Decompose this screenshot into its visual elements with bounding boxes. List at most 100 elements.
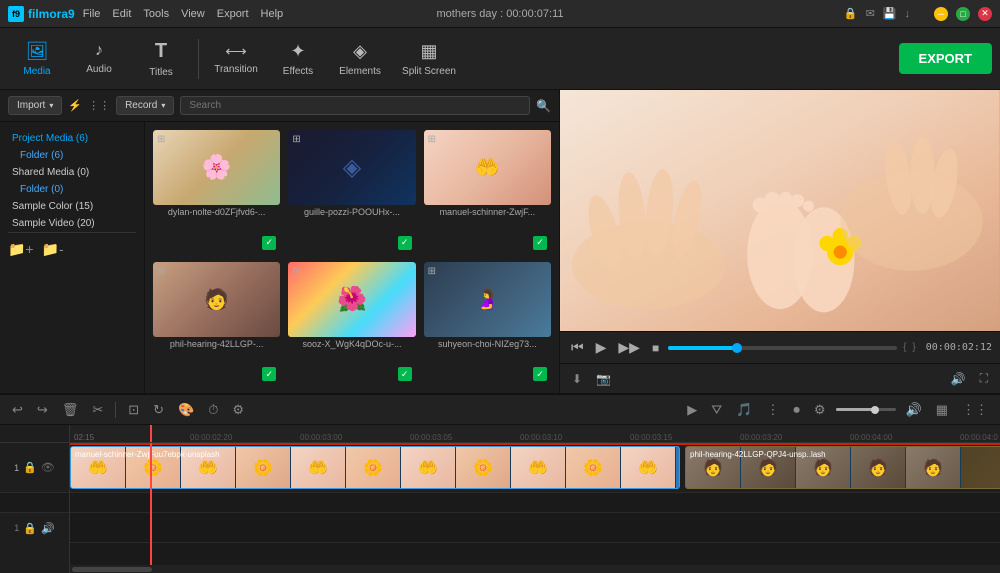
thumb-check-3: ✓ bbox=[533, 236, 547, 250]
rotate-button[interactable]: ↻ bbox=[149, 400, 168, 420]
mail-icon: ✉ bbox=[866, 7, 875, 20]
close-button[interactable]: ✕ bbox=[978, 7, 992, 21]
adjust-button[interactable]: ⚙ bbox=[228, 400, 248, 420]
skip-back-button[interactable]: ⏮ bbox=[568, 339, 587, 356]
clip-frame-10: 🌼 bbox=[566, 447, 621, 488]
tool-audio[interactable]: ♪ Audio bbox=[70, 32, 128, 86]
sidebar-item-sample-color[interactable]: Sample Color (15) bbox=[8, 198, 136, 215]
timeline-clip-2[interactable]: phil-hearing-42LLGP-QPJ4-unsp..lash 🧑 🧑 … bbox=[685, 446, 1000, 489]
ruler-tick-2: 00:00:03:00 bbox=[300, 433, 342, 442]
search-input[interactable] bbox=[180, 96, 530, 115]
progress-bar[interactable] bbox=[668, 346, 897, 350]
media-item-4[interactable]: 🧑 ⊞ ✓ phil-hearing-42LLGP-... bbox=[153, 262, 280, 386]
play-tl-button[interactable]: ▶ bbox=[683, 400, 701, 420]
thumb-label-2: guille-pozzi-POOUHx-... bbox=[288, 205, 415, 219]
ruler-tick-5: 00:00:03:15 bbox=[630, 433, 672, 442]
minimize-button[interactable]: ─ bbox=[934, 7, 948, 21]
folder-label: Folder (6) bbox=[20, 150, 63, 161]
menu-export[interactable]: Export bbox=[217, 8, 249, 20]
menu-help[interactable]: Help bbox=[261, 8, 284, 20]
media-item-3[interactable]: 🤲 ⊞ ✓ manuel-schinner-ZwjF... bbox=[424, 130, 551, 254]
undo-button[interactable]: ↩ bbox=[8, 400, 27, 420]
tool-titles[interactable]: T Titles bbox=[132, 32, 190, 86]
ruler-tick-7: 00:00:04:00 bbox=[850, 433, 892, 442]
import-to-timeline-icon[interactable]: ⬇ bbox=[568, 370, 586, 388]
tool-media[interactable]: 🖼 Media bbox=[8, 32, 66, 86]
lock-icon: 🔒 bbox=[844, 7, 858, 20]
split-tl-button[interactable]: ⋮ bbox=[762, 400, 783, 420]
snapshot-icon[interactable]: 📷 bbox=[592, 370, 615, 388]
add-folder-icon[interactable]: 📁+ bbox=[8, 241, 34, 258]
stop-button[interactable]: ■ bbox=[649, 341, 662, 355]
ruler-tick-3: 00:00:03:05 bbox=[410, 433, 452, 442]
delete-button[interactable]: 🗑 bbox=[58, 400, 83, 420]
timeline-main: 02:15 00:00:02:20 00:00:03:00 00:00:03:0… bbox=[70, 425, 1000, 573]
grid-tl-button[interactable]: ▦ bbox=[932, 400, 952, 420]
sidebar-item-shared-media[interactable]: Shared Media (0) bbox=[8, 164, 136, 181]
sidebar-item-project-media[interactable]: Project Media (6) bbox=[8, 130, 136, 147]
scroll-thumb[interactable] bbox=[72, 567, 152, 572]
play-forward-button[interactable]: ▶▶ bbox=[615, 339, 643, 356]
empty-track bbox=[70, 493, 1000, 513]
thumb-corner-icon-4: ⊞ bbox=[157, 266, 165, 277]
speaker-icon[interactable]: 🔊 bbox=[41, 522, 55, 535]
play-button[interactable]: ▶ bbox=[593, 339, 610, 356]
import-dropdown[interactable]: Import bbox=[8, 96, 62, 115]
thumb-check-2: ✓ bbox=[398, 236, 412, 250]
record-dropdown[interactable]: Record bbox=[116, 96, 174, 115]
tool-effects[interactable]: ✦ Effects bbox=[269, 32, 327, 86]
timeline-area: ↩ ↪ 🗑 ✂ ⊡ ↻ 🎨 ⏱ ⚙ ▶ ⛛ 🎵 ⋮ ⏺ ⚙ 🔊 ▦ ⋮⋮ bbox=[0, 393, 1000, 573]
more-tl-button[interactable]: ⋮⋮ bbox=[958, 400, 992, 420]
tool-elements[interactable]: ◈ Elements bbox=[331, 32, 389, 86]
audio-icon: ♪ bbox=[95, 42, 103, 60]
redo-button[interactable]: ↪ bbox=[33, 400, 52, 420]
lock-track-icon[interactable]: 🔒 bbox=[23, 461, 37, 474]
remove-folder-icon[interactable]: 📁- bbox=[42, 241, 64, 258]
clock-button[interactable]: ⏱ bbox=[204, 400, 222, 420]
timeline-scrollbar[interactable] bbox=[70, 565, 1000, 573]
sidebar-item-folder-0[interactable]: Folder (0) bbox=[8, 181, 136, 198]
clip-frame-5: 🤲 bbox=[291, 447, 346, 488]
menu-file[interactable]: File bbox=[83, 8, 101, 20]
sidebar-item-folder[interactable]: Folder (6) bbox=[8, 147, 136, 164]
video-track-label: 1 🔒 👁 bbox=[0, 443, 69, 493]
timeline-clip-1[interactable]: manuel-schinner-ZwjFuu7ebpk-unsplash 🤲 🌼… bbox=[70, 446, 680, 489]
media-item-5[interactable]: 🌺 ⊞ ✓ sooz-X_WgK4qDOc-u-... bbox=[288, 262, 415, 386]
record-tl-button[interactable]: ⏺ bbox=[789, 400, 804, 420]
volume-icon[interactable]: 🔊 bbox=[947, 370, 970, 388]
tool-elements-label: Elements bbox=[339, 66, 381, 77]
export-button[interactable]: EXPORT bbox=[899, 43, 992, 74]
thumb-label-5: sooz-X_WgK4qDOc-u-... bbox=[288, 337, 415, 351]
color-button[interactable]: 🎨 bbox=[174, 400, 198, 420]
mute-button[interactable]: 🔊 bbox=[902, 400, 926, 420]
fullscreen-icon[interactable]: ⛶ bbox=[976, 369, 992, 388]
menu-view[interactable]: View bbox=[181, 8, 205, 20]
timeline-playhead[interactable] bbox=[150, 443, 152, 565]
media-item-1[interactable]: 🌸 ⊞ ✓ dylan-nolte-d0ZFjfvd6-... bbox=[153, 130, 280, 254]
preview-image bbox=[560, 90, 1000, 331]
thumb-corner-icon-3: ⊞ bbox=[428, 134, 436, 145]
grid-icon: ⋮⋮ bbox=[88, 99, 110, 112]
sidebar-item-sample-video[interactable]: Sample Video (20) bbox=[8, 215, 136, 232]
menu-edit[interactable]: Edit bbox=[112, 8, 131, 20]
media-item-6[interactable]: 🤰 ⊞ ✓ suhyeon-choi-NIZeg73... bbox=[424, 262, 551, 386]
mark-tl-button[interactable]: ⛛ bbox=[707, 400, 726, 420]
file-title: mothers day : 00:00:07:11 bbox=[437, 8, 564, 20]
tool-split-screen[interactable]: ▦ Split Screen bbox=[393, 32, 465, 86]
audio-tl-button[interactable]: 🎵 bbox=[732, 400, 756, 420]
lock-audio-icon[interactable]: 🔒 bbox=[23, 522, 37, 535]
media-item-2[interactable]: ◈ ⊞ ✓ guille-pozzi-POOUHx-... bbox=[288, 130, 415, 254]
tool-transition[interactable]: ⟷ Transition bbox=[207, 32, 265, 86]
settings-tl-button[interactable]: ⚙ bbox=[810, 400, 830, 420]
cut-button[interactable]: ✂ bbox=[88, 400, 107, 420]
progress-thumb bbox=[732, 343, 742, 353]
record-label: Record bbox=[125, 100, 157, 111]
crop-button[interactable]: ⊡ bbox=[124, 400, 143, 420]
effects-icon: ✦ bbox=[290, 41, 305, 62]
thumb-corner-icon-1: ⊞ bbox=[157, 134, 165, 145]
mark-in-icon: { bbox=[903, 342, 906, 353]
eye-track-icon[interactable]: 👁 bbox=[41, 461, 55, 474]
volume-fill bbox=[836, 408, 876, 411]
menu-tools[interactable]: Tools bbox=[143, 8, 169, 20]
maximize-button[interactable]: □ bbox=[956, 7, 970, 21]
